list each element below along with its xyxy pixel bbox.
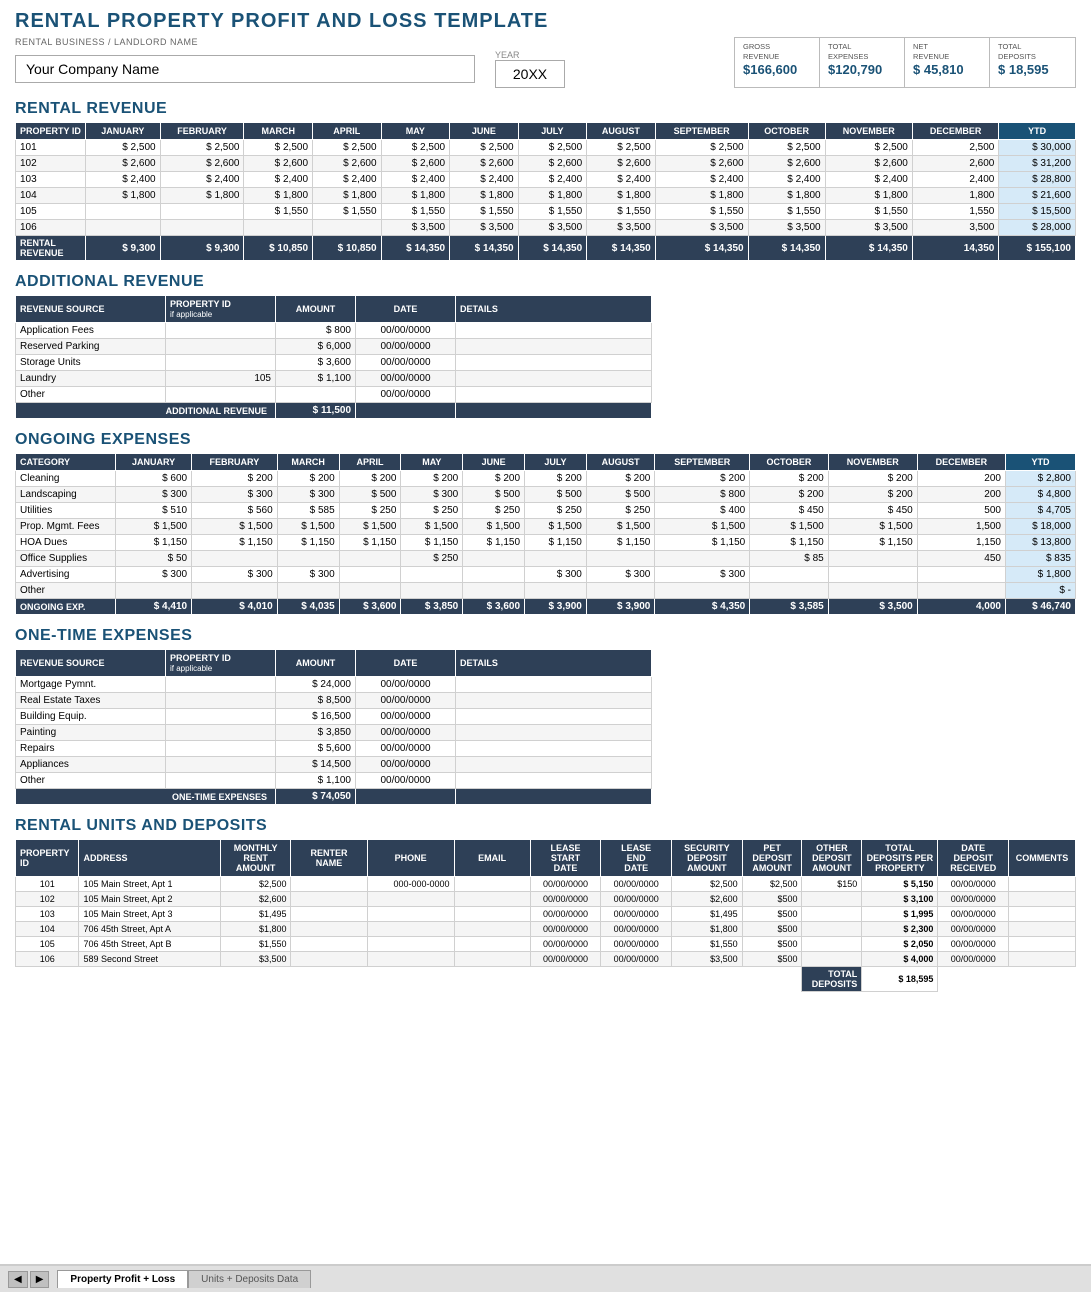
- table-row: Office Supplies$ 50 $ 250 $ 85450 $ 835: [16, 551, 1076, 567]
- table-row: HOA Dues$ 1,150$ 1,150$ 1,150$ 1,150 $ 1…: [16, 535, 1076, 551]
- table-row: 104$ 1,800$ 1,800$ 1,800$ 1,800 $ 1,800$…: [16, 188, 1076, 204]
- table-row: Mortgage Pymnt.$ 24,00000/00/0000: [16, 677, 652, 693]
- rental-units-title: RENTAL UNITS AND DEPOSITS: [15, 817, 1076, 835]
- table-row: 103$ 2,400$ 2,400$ 2,400$ 2,400 $ 2,400$…: [16, 172, 1076, 188]
- summary-net-revenue: NETREVENUE $ 45,810: [905, 38, 990, 87]
- one-time-expenses-title: ONE-TIME EXPENSES: [15, 627, 1076, 645]
- tab-prev-button[interactable]: ◀: [8, 1271, 28, 1288]
- table-row: 101$ 2,500$ 2,500$ 2,500$ 2,500 $ 2,500$…: [16, 140, 1076, 156]
- table-row: Prop. Mgmt. Fees$ 1,500$ 1,500$ 1,500$ 1…: [16, 519, 1076, 535]
- table-row: Advertising$ 300$ 300$ 300 $ 300$ 300 $ …: [16, 567, 1076, 583]
- table-row: Building Equip.$ 16,50000/00/0000: [16, 709, 652, 725]
- ongoing-expenses-table: CATEGORY JANUARYFEBRUARYMARCHAPRIL MAYJU…: [15, 453, 1076, 615]
- rental-units-table: PROPERTY ID ADDRESS MONTHLYRENTAMOUNT RE…: [15, 839, 1076, 992]
- company-name-input[interactable]: [15, 55, 475, 83]
- one-time-expenses-table: REVENUE SOURCE PROPERTY IDif applicable …: [15, 649, 652, 805]
- additional-revenue-table: REVENUE SOURCE PROPERTY IDif applicable …: [15, 295, 652, 419]
- tab-bar: ◀ ▶ Property Profit + Loss Units + Depos…: [0, 1264, 1091, 1292]
- page-title: RENTAL PROPERTY PROFIT AND LOSS TEMPLATE: [15, 10, 1076, 33]
- one-time-expenses-total: ONE-TIME EXPENSES $ 74,050: [16, 789, 652, 805]
- additional-revenue-total: ADDITIONAL REVENUE $ 11,500: [16, 403, 652, 419]
- tab-profit-loss[interactable]: Property Profit + Loss: [57, 1270, 188, 1288]
- table-row: Utilities$ 510$ 560$ 585$ 250 $ 250$ 250…: [16, 503, 1076, 519]
- table-row: Real Estate Taxes$ 8,50000/00/0000: [16, 693, 652, 709]
- table-row: Landscaping$ 300$ 300$ 300$ 500 $ 300$ 5…: [16, 487, 1076, 503]
- tab-next-button[interactable]: ▶: [30, 1271, 50, 1288]
- table-row: 104 706 45th Street, Apt A $1,800 00/00/…: [16, 922, 1076, 937]
- year-input[interactable]: [495, 60, 565, 88]
- table-row: Other $ -: [16, 583, 1076, 599]
- subtitle: RENTAL BUSINESS / LANDLORD NAME: [15, 37, 714, 47]
- rental-revenue-total: RENTAL REVENUE $ 9,300$ 9,300$ 10,850$ 1…: [16, 236, 1076, 261]
- ongoing-expenses-title: ONGOING EXPENSES: [15, 431, 1076, 449]
- table-row: 102$ 2,600$ 2,600$ 2,600$ 2,600 $ 2,600$…: [16, 156, 1076, 172]
- table-row: Application Fees$ 80000/00/0000: [16, 323, 652, 339]
- table-row: Other00/00/0000: [16, 387, 652, 403]
- table-row: 103 105 Main Street, Apt 3 $1,495 00/00/…: [16, 907, 1076, 922]
- table-row: Cleaning$ 600$ 200$ 200$ 200 $ 200$ 200$…: [16, 471, 1076, 487]
- year-label: YEAR: [495, 50, 565, 60]
- summary-total-expenses: TOTALEXPENSES $120,790: [820, 38, 905, 87]
- tab-units-deposits[interactable]: Units + Deposits Data: [188, 1270, 311, 1288]
- additional-revenue-title: ADDITIONAL REVENUE: [15, 273, 1076, 291]
- table-row: 105$ 1,550$ 1,550 $ 1,550$ 1,550$ 1,550$…: [16, 204, 1076, 220]
- table-row: 102 105 Main Street, Apt 2 $2,600 00/00/…: [16, 892, 1076, 907]
- summary-gross-revenue: GROSSREVENUE $166,600: [735, 38, 820, 87]
- ongoing-expenses-total: ONGOING EXP. $ 4,410$ 4,010$ 4,035$ 3,60…: [16, 599, 1076, 615]
- table-row: 101 105 Main Street, Apt 1 $2,500000-000…: [16, 877, 1076, 892]
- table-row: Reserved Parking$ 6,00000/00/0000: [16, 339, 652, 355]
- total-deposits-row: TOTALDEPOSITS $ 18,595: [16, 967, 1076, 992]
- table-row: Appliances$ 14,50000/00/0000: [16, 757, 652, 773]
- tab-nav[interactable]: ◀ ▶: [8, 1271, 49, 1288]
- table-row: 106 589 Second Street $3,500 00/00/00000…: [16, 952, 1076, 967]
- table-row: Laundry105$ 1,10000/00/0000: [16, 371, 652, 387]
- summary-total-deposits: TOTALDEPOSITS $ 18,595: [990, 38, 1075, 87]
- rental-revenue-table: PROPERTY ID JANUARYFEBRUARYMARCHAPRIL MA…: [15, 122, 1076, 261]
- table-row: Repairs$ 5,60000/00/0000: [16, 741, 652, 757]
- table-row: Other$ 1,10000/00/0000: [16, 773, 652, 789]
- table-row: 106 $ 3,500$ 3,500$ 3,500$ 3,500 $ 3,500…: [16, 220, 1076, 236]
- table-row: Storage Units$ 3,60000/00/0000: [16, 355, 652, 371]
- table-row: 105 706 45th Street, Apt B $1,550 00/00/…: [16, 937, 1076, 952]
- rental-revenue-title: RENTAL REVENUE: [15, 100, 1076, 118]
- table-row: Painting$ 3,85000/00/0000: [16, 725, 652, 741]
